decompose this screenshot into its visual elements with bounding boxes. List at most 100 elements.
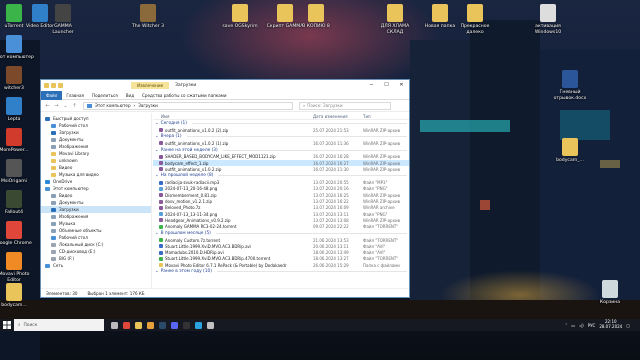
- desktop-icon[interactable]: Этот компьютер: [0, 35, 34, 61]
- folder-icon[interactable]: [44, 83, 49, 88]
- file-row[interactable]: Stuart.Little.1999.XviD.MVO.AC3.BDRip.av…: [153, 243, 409, 249]
- nav-item[interactable]: CD-дисковод (E:): [41, 248, 151, 255]
- nav-item[interactable]: unknown: [41, 157, 151, 164]
- tab-compressed-tools[interactable]: Средства работы со сжатыми папками: [138, 93, 230, 98]
- minimize-button[interactable]: ─: [364, 80, 379, 91]
- file-row[interactable]: Stuart.Little.1999.XviD.MVO.AC3.BDRip.47…: [153, 256, 409, 262]
- desktop-icon[interactable]: MsiOrigami: [0, 159, 34, 185]
- network-icon[interactable]: ▭: [571, 323, 575, 328]
- steam-taskbar-icon[interactable]: [156, 319, 168, 331]
- nav-item[interactable]: Видео: [41, 164, 151, 171]
- breadcrumb-computer[interactable]: Этот компьютер: [95, 103, 131, 108]
- file-row[interactable]: Dismemberment_0.81.zip 13.07.2024 16:25 Wi…: [153, 192, 409, 198]
- properties-icon[interactable]: [51, 83, 56, 88]
- nav-item[interactable]: Быстрый доступ: [41, 115, 151, 122]
- nav-item[interactable]: Рабочий стол: [41, 122, 151, 129]
- file-row[interactable]: bodycam_effect_1.zip 16.07.2024 16:27 WinR…: [153, 159, 409, 167]
- language-indicator[interactable]: РУС: [588, 323, 596, 328]
- file-row[interactable]: Beloved_Photo.7z 13.07.2024 16:09 WinRAR a…: [153, 205, 409, 211]
- nav-item[interactable]: Документы: [41, 136, 151, 143]
- desktop-icon[interactable]: активация Windows10: [528, 4, 568, 35]
- file-row[interactable]: 2024-07-13_20-16-48.png 13.07.2024 20:16 Ф…: [153, 186, 409, 192]
- nav-item[interactable]: Изображения: [41, 213, 151, 220]
- maximize-button[interactable]: ☐: [379, 80, 394, 91]
- nav-item[interactable]: Movavi Library: [41, 150, 151, 157]
- group-header[interactable]: ⌄ В прошлом месяце (5): [153, 230, 409, 237]
- column-name[interactable]: Имя: [153, 114, 313, 119]
- nav-item[interactable]: Рабочий стол: [41, 234, 151, 241]
- desktop-icon[interactable]: Прекрасное далеко: [455, 4, 495, 35]
- tray-chevron-icon[interactable]: ˄: [565, 323, 567, 328]
- desktop-icon[interactable]: Lepta: [0, 97, 34, 123]
- file-row[interactable]: Movavi Photo Editor 6.7.1 RePack (& Port…: [153, 262, 409, 268]
- nav-item[interactable]: Объемные объекты: [41, 227, 151, 234]
- desktop-icon[interactable]: The Witcher 3: [128, 4, 168, 30]
- file-row[interactable]: 2024-07-13_13-11-34.png 13.07.2024 13:11 Ф…: [153, 211, 409, 217]
- desktop-icon[interactable]: Гневный отрывок.docx: [550, 70, 590, 101]
- nav-item[interactable]: BIG (F:): [41, 255, 151, 262]
- windows-start-icon[interactable]: [0, 319, 14, 331]
- origami-taskbar-icon[interactable]: [204, 319, 216, 331]
- yandex-taskbar-icon[interactable]: [120, 319, 132, 331]
- desktop-icon[interactable]: Fallout4: [0, 190, 34, 216]
- address-bar[interactable]: Этот компьютер › Загрузки: [83, 101, 293, 110]
- desktop-icon[interactable]: Google Chrome: [0, 221, 34, 247]
- desktop-icon[interactable]: Новая папка: [420, 4, 460, 30]
- nav-item[interactable]: Музыка для видео: [41, 171, 151, 178]
- discord-taskbar-icon[interactable]: [168, 319, 180, 331]
- tab-home[interactable]: Главная: [62, 93, 88, 98]
- breadcrumb-downloads[interactable]: Загрузки: [138, 103, 158, 108]
- volume-icon[interactable]: ◁): [579, 323, 584, 328]
- close-button[interactable]: ✕: [394, 80, 409, 91]
- nav-item[interactable]: Видео: [41, 192, 151, 199]
- task-view-taskbar-icon[interactable]: [108, 319, 120, 331]
- group-header[interactable]: ⌄ Ранее на этой неделе (3): [153, 147, 409, 154]
- file-row[interactable]: Anomaly GAMMA RC3-02-24.torrent 09.07.202…: [153, 224, 409, 230]
- desktop-icon[interactable]: bodycam...: [0, 283, 34, 309]
- tab-share[interactable]: Поделиться: [88, 93, 122, 98]
- desktop-icon[interactable]: bodycam_...: [550, 138, 590, 164]
- group-header[interactable]: ⌄ На прошлой неделе (8): [153, 172, 409, 179]
- back-arrow-icon[interactable]: ←: [44, 103, 51, 109]
- desktop-icon[interactable]: save OGSkyrim: [220, 4, 260, 30]
- column-type[interactable]: Тип: [363, 114, 409, 119]
- nav-item[interactable]: Музыка: [41, 220, 151, 227]
- file-row[interactable]: SHADER_BASED_BODYCAM_LIKE_EFFECT_MOD1121…: [153, 154, 409, 160]
- epic-taskbar-icon[interactable]: [180, 319, 192, 331]
- explorer-taskbar-icon[interactable]: [132, 319, 144, 331]
- nav-item[interactable]: Сеть: [41, 262, 151, 269]
- context-tab-extract[interactable]: Извлечение: [131, 82, 170, 89]
- nav-item[interactable]: Документы: [41, 199, 151, 206]
- nav-item[interactable]: Локальный диск (C:): [41, 241, 151, 248]
- search-input[interactable]: ⌕ Поиск: Загрузки: [299, 101, 391, 110]
- nav-item[interactable]: Этот компьютер: [41, 185, 151, 192]
- desktop-icon[interactable]: В КОПИЮ 8: [296, 4, 336, 30]
- desktop-icon[interactable]: GAMMA Launcher: [43, 4, 83, 35]
- notification-icon[interactable]: ▢: [626, 323, 630, 328]
- nav-item[interactable]: Загрузки: [41, 129, 151, 136]
- tab-view[interactable]: Вид: [122, 93, 138, 98]
- column-date[interactable]: Дата изменения: [313, 114, 363, 119]
- file-row[interactable]: outfit_animations_v1.0.2 (2).zip 25.07.20…: [153, 127, 409, 133]
- telegram-taskbar-icon[interactable]: [192, 319, 204, 331]
- clock[interactable]: 22:10 28.07.2024: [599, 320, 622, 329]
- desktop-icon[interactable]: Корзина: [590, 280, 630, 306]
- new-folder-icon[interactable]: [58, 83, 63, 88]
- recent-chevron-icon[interactable]: ⌄: [62, 103, 69, 109]
- file-row[interactable]: Headgear_Animations_v0.9.2.zip 13.07.2024…: [153, 217, 409, 223]
- file-row[interactable]: dosv_motion_v1.2.1.zip 13.07.2024 16:22 Wi…: [153, 198, 409, 204]
- chrome-taskbar-icon[interactable]: [144, 319, 156, 331]
- file-row[interactable]: radiacija-zvuk-radiacii.mp3 13.07.2024 20…: [153, 179, 409, 185]
- file-row[interactable]: Mamadubs.2010.D.HDRip.avi 18.06.2024 13:4…: [153, 249, 409, 255]
- tab-file[interactable]: Файл: [41, 90, 63, 100]
- desktop-icon[interactable]: witcher3: [0, 66, 34, 92]
- desktop-icon[interactable]: ДЛЯ ХЛАМА СКЛАД: [375, 4, 415, 35]
- file-row[interactable]: outfit_animations_v1.0.2 (1).zip 16.07.20…: [153, 140, 409, 146]
- file-row[interactable]: Anomaly Custom.7z.torrent 21.06.2024 13:5…: [153, 237, 409, 243]
- group-header[interactable]: ⌄ Ранее в этом году (10): [153, 268, 409, 275]
- desktop-icon[interactable]: MorePower...: [0, 128, 34, 154]
- taskbar-search-input[interactable]: ⌕ Поиск: [14, 319, 104, 331]
- nav-item[interactable]: Изображения: [41, 143, 151, 150]
- nav-item[interactable]: OneDrive: [41, 178, 151, 185]
- title-bar[interactable]: Извлечение Загрузки ─ ☐ ✕: [41, 80, 409, 91]
